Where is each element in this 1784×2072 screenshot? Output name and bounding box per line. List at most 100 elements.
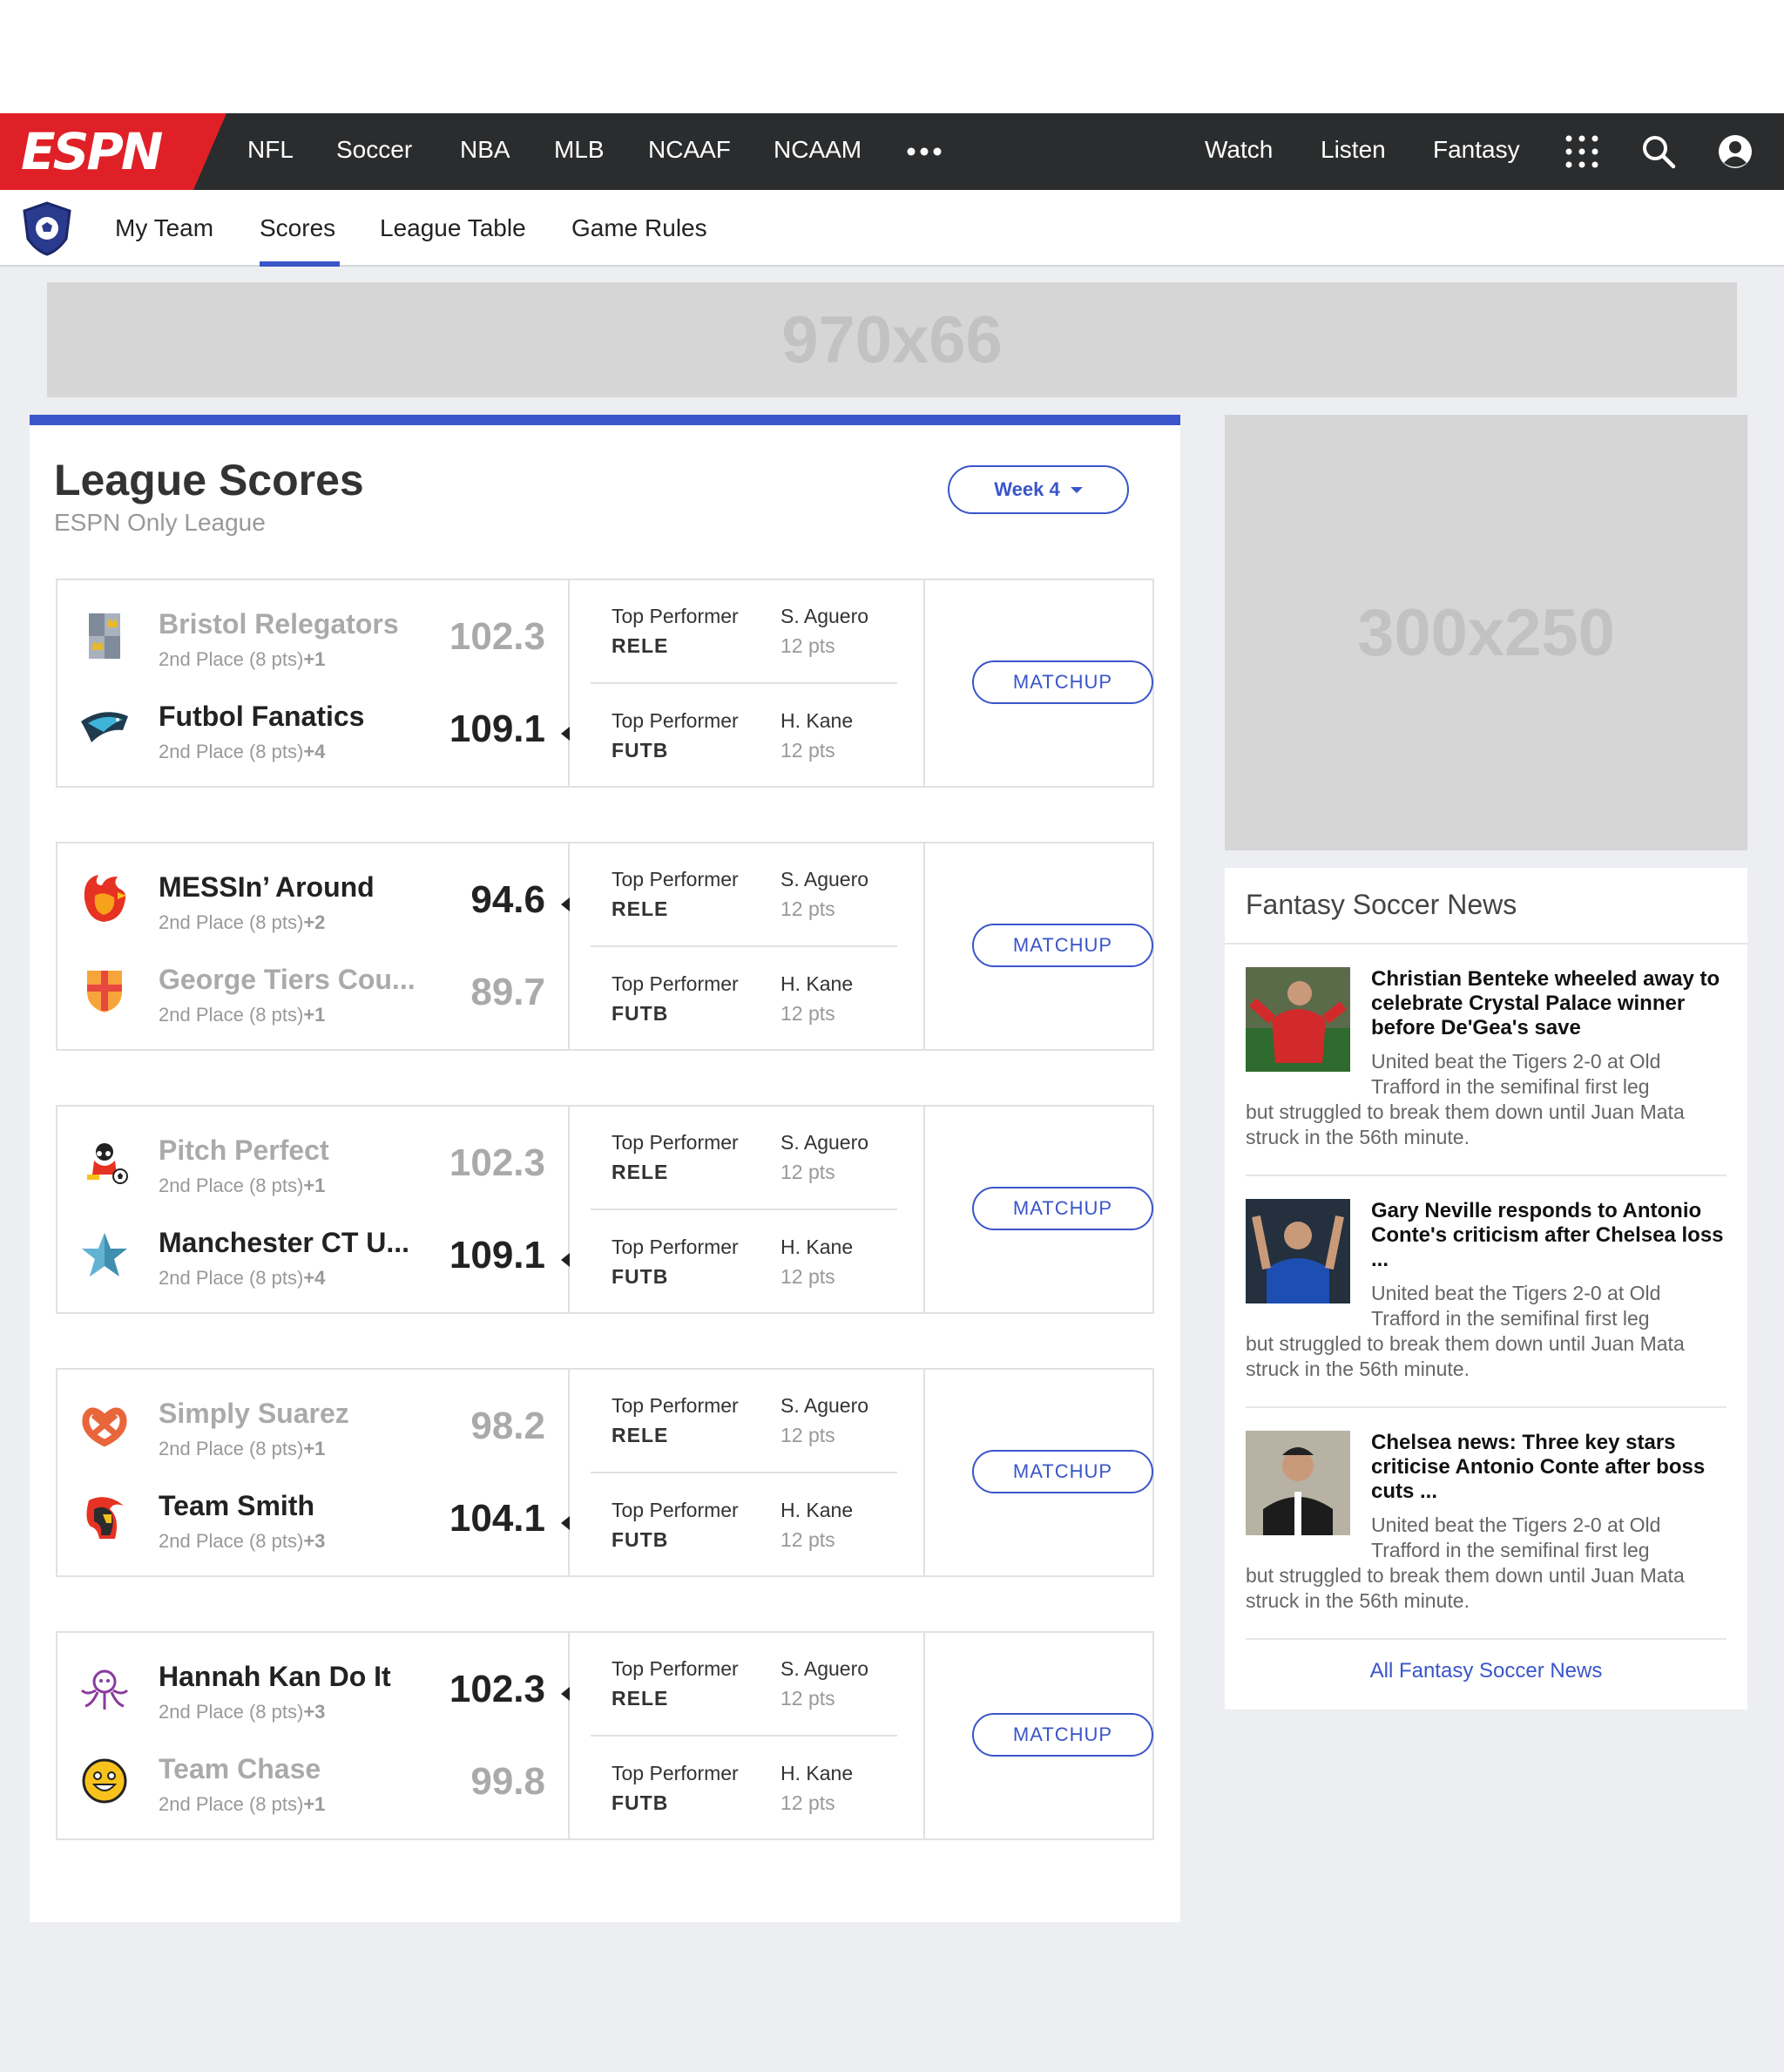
news-headline[interactable]: Gary Neville responds to Antonio Conte's… xyxy=(1371,1199,1727,1272)
player-name[interactable]: S. Aguero xyxy=(780,1131,868,1154)
team-score: 109.1 xyxy=(449,1234,545,1276)
team-row[interactable]: Team Smith 2nd Place (8 pts)+3 104.1 xyxy=(57,1481,570,1554)
nav-item-soccer[interactable]: Soccer xyxy=(336,136,412,164)
matchup-button[interactable]: MATCHUP xyxy=(972,924,1153,967)
top-performer-label: Top Performer xyxy=(612,605,739,627)
team-place: 2nd Place (8 pts) xyxy=(159,648,304,670)
spartan-helmet-icon xyxy=(77,1490,132,1546)
account-icon[interactable] xyxy=(1713,130,1757,173)
team-abbr: RELE xyxy=(612,1424,669,1446)
top-performer-label: Top Performer xyxy=(612,1131,739,1154)
news-thumbnail[interactable] xyxy=(1246,967,1350,1072)
week-selector[interactable]: Week 4 xyxy=(948,465,1129,514)
team-row[interactable]: Manchester CT U... 2nd Place (8 pts)+4 1… xyxy=(57,1218,570,1291)
team-name: George Tiers Cou... xyxy=(159,964,416,995)
player-name[interactable]: S. Aguero xyxy=(780,1394,868,1418)
player-points: 12 pts xyxy=(780,1002,835,1025)
team-row[interactable]: Futbol Fanatics 2nd Place (8 pts)+4 109.… xyxy=(57,692,570,765)
league-name: ESPN Only League xyxy=(54,509,266,536)
nav-item-ncaaf[interactable]: NCAAF xyxy=(648,136,731,164)
news-summary-line: but struggled to break them down until J… xyxy=(1246,1564,1685,1612)
more-dots-icon[interactable] xyxy=(902,130,946,173)
matchup-card: Pitch Perfect 2nd Place (8 pts)+1 102.3 … xyxy=(56,1105,1154,1314)
team-place: 2nd Place (8 pts) xyxy=(159,1004,304,1026)
news-thumbnail[interactable] xyxy=(1246,1199,1350,1303)
tab-my-team[interactable]: My Team xyxy=(115,214,213,242)
news-item[interactable]: Chelsea news: Three key stars criticise … xyxy=(1246,1431,1727,1650)
team-row[interactable]: Team Chase 2nd Place (8 pts)+1 99.8 xyxy=(57,1744,568,1818)
player-name[interactable]: H. Kane xyxy=(780,1499,853,1522)
all-news-link[interactable]: All Fantasy Soccer News xyxy=(1225,1659,1747,1683)
team-row[interactable]: George Tiers Cou... 2nd Place (8 pts)+1 … xyxy=(57,955,568,1028)
team-change: +1 xyxy=(303,1438,326,1459)
search-icon[interactable] xyxy=(1637,130,1680,173)
team-place: 2nd Place (8 pts) xyxy=(159,911,304,933)
team-change: +1 xyxy=(303,1175,326,1196)
team-change: +4 xyxy=(303,1267,326,1289)
top-nav: ESPN NFL Soccer NBA MLB NCAAF NCAAM Watc… xyxy=(0,113,1784,190)
team-row[interactable]: Pitch Perfect 2nd Place (8 pts)+1 102.3 xyxy=(57,1126,568,1199)
nav-item-nfl[interactable]: NFL xyxy=(247,136,294,164)
nav-item-mlb[interactable]: MLB xyxy=(554,136,605,164)
player-name[interactable]: H. Kane xyxy=(780,1236,853,1259)
espn-logo[interactable]: ESPN xyxy=(0,113,226,190)
matchup-button[interactable]: MATCHUP xyxy=(972,1450,1153,1493)
nav-item-ncaam[interactable]: NCAAM xyxy=(774,136,862,164)
team-row[interactable]: MESSIn’ Around 2nd Place (8 pts)+2 94.6 xyxy=(57,863,570,936)
matchup-card: Simply Suarez 2nd Place (8 pts)+1 98.2 T… xyxy=(56,1368,1154,1577)
matchup-card: Bristol Relegators 2nd Place (8 pts)+1 1… xyxy=(56,579,1154,788)
player-name[interactable]: H. Kane xyxy=(780,709,853,733)
player-name[interactable]: H. Kane xyxy=(780,1762,853,1785)
top-performer-row: Top Performer RELE S. Aguero 12 pts xyxy=(570,852,923,936)
top-performer-label: Top Performer xyxy=(612,1762,739,1784)
top-performer-row: Top Performer FUTB H. Kane 12 pts xyxy=(570,1483,923,1567)
news-item[interactable]: Christian Benteke wheeled away to celebr… xyxy=(1246,967,1727,1187)
team-row[interactable]: Bristol Relegators 2nd Place (8 pts)+1 1… xyxy=(57,599,568,673)
news-headline[interactable]: Chelsea news: Three key stars criticise … xyxy=(1371,1431,1727,1504)
nav-item-listen[interactable]: Listen xyxy=(1321,136,1386,164)
player-name[interactable]: S. Aguero xyxy=(780,605,868,628)
news-summary-line: but struggled to break them down until J… xyxy=(1246,1100,1685,1148)
news-thumbnail[interactable] xyxy=(1246,1431,1350,1535)
team-change: +1 xyxy=(303,648,326,670)
team-row[interactable]: Simply Suarez 2nd Place (8 pts)+1 98.2 xyxy=(57,1389,568,1462)
matchup-button[interactable]: MATCHUP xyxy=(972,1187,1153,1230)
league-badge-icon[interactable] xyxy=(21,200,73,256)
tab-scores[interactable]: Scores xyxy=(260,214,335,242)
apps-grid-icon[interactable] xyxy=(1560,130,1604,173)
page-title: League Scores xyxy=(54,456,364,504)
team-place: 2nd Place (8 pts) xyxy=(159,1701,304,1723)
player-name[interactable]: S. Aguero xyxy=(780,868,868,891)
team-row[interactable]: Hannah Kan Do It 2nd Place (8 pts)+3 102… xyxy=(57,1652,570,1725)
news-headline[interactable]: Christian Benteke wheeled away to celebr… xyxy=(1371,967,1727,1040)
nav-item-nba[interactable]: NBA xyxy=(460,136,510,164)
player-name[interactable]: H. Kane xyxy=(780,972,853,996)
team-change: +1 xyxy=(303,1793,326,1815)
matchup-card: Hannah Kan Do It 2nd Place (8 pts)+3 102… xyxy=(56,1631,1154,1840)
nav-item-watch[interactable]: Watch xyxy=(1205,136,1273,164)
team-abbr: FUTB xyxy=(612,1265,669,1288)
team-place: 2nd Place (8 pts) xyxy=(159,741,304,762)
tab-game-rules[interactable]: Game Rules xyxy=(571,214,707,242)
octopus-icon xyxy=(77,1661,132,1717)
team-name: MESSIn’ Around xyxy=(159,871,375,903)
team-name: Pitch Perfect xyxy=(159,1134,329,1166)
matchup-button[interactable]: MATCHUP xyxy=(972,1713,1153,1757)
divider xyxy=(591,682,897,684)
news-item[interactable]: Gary Neville responds to Antonio Conte's… xyxy=(1246,1199,1727,1419)
news-summary-line: Trafford in the semifinal first leg xyxy=(1371,1307,1650,1330)
ad-box: 300x250 xyxy=(1225,415,1747,850)
player-name[interactable]: S. Aguero xyxy=(780,1657,868,1681)
matchup-teams: Bristol Relegators 2nd Place (8 pts)+1 1… xyxy=(57,580,570,786)
ad-banner: 970x66 xyxy=(47,282,1737,397)
tab-league-table[interactable]: League Table xyxy=(380,214,526,242)
player-points: 12 pts xyxy=(780,1265,835,1288)
nav-item-fantasy[interactable]: Fantasy xyxy=(1433,136,1520,164)
news-title: Fantasy Soccer News xyxy=(1246,889,1517,920)
divider xyxy=(591,945,897,947)
star-icon xyxy=(77,1227,132,1283)
league-scores-panel: League Scores ESPN Only League Week 4 Br… xyxy=(30,415,1180,1922)
team-place: 2nd Place (8 pts) xyxy=(159,1438,304,1459)
matchup-button[interactable]: MATCHUP xyxy=(972,660,1153,704)
player-points: 12 pts xyxy=(780,634,835,657)
